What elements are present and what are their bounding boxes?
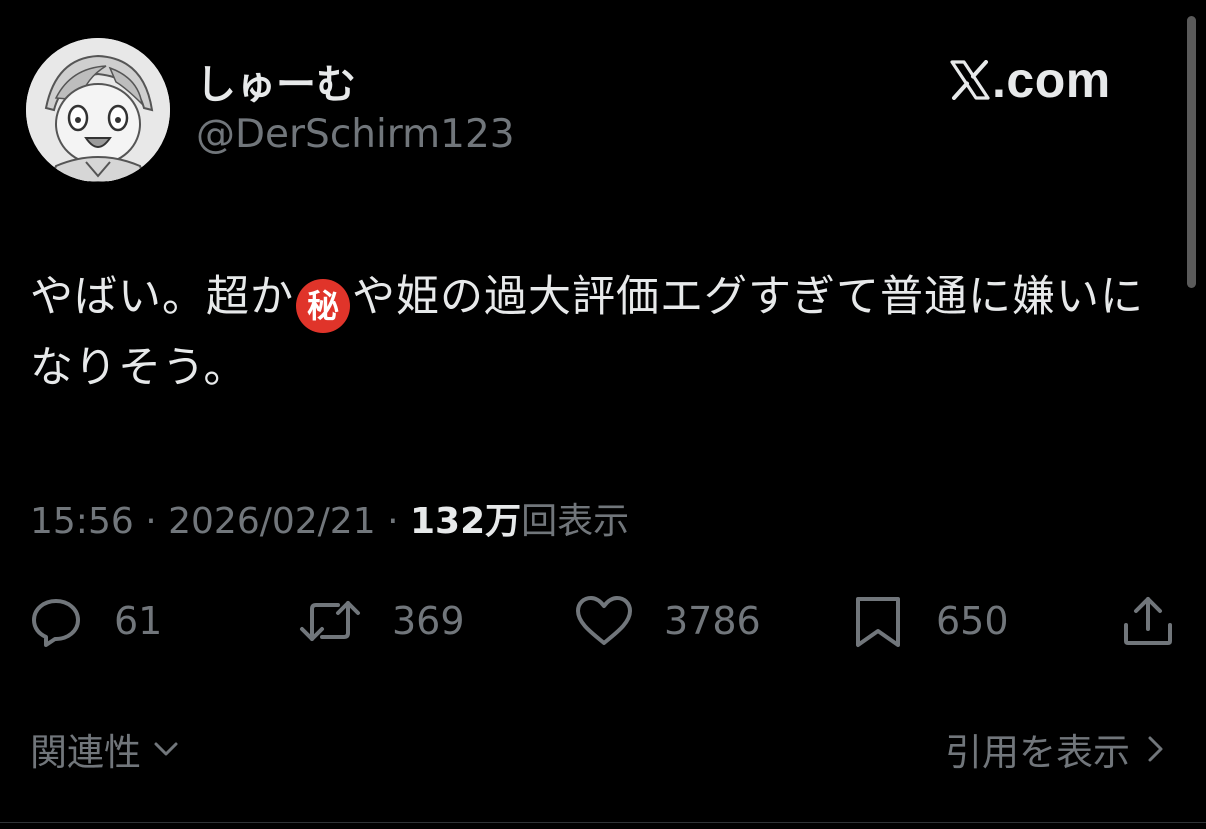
bookmark-count: 650: [936, 599, 1009, 643]
brand-text: .com: [992, 52, 1111, 108]
like-button[interactable]: 3786: [574, 590, 761, 652]
bookmark-button[interactable]: 650: [850, 590, 1009, 652]
tweet-time[interactable]: 15:56: [30, 501, 134, 542]
reply-count: 61: [114, 599, 163, 643]
x-logo-icon: [950, 60, 990, 100]
meta-separator-2: ·: [387, 501, 399, 542]
share-button[interactable]: [1120, 590, 1176, 652]
sort-label: 関連性: [30, 731, 141, 774]
tweet-date[interactable]: 2026/02/21: [168, 501, 376, 542]
views-label: 回表示: [521, 501, 630, 542]
like-count: 3786: [664, 599, 761, 643]
user-handle[interactable]: @DerSchirm123: [196, 112, 515, 157]
sort-replies-button[interactable]: 関連性: [30, 722, 181, 776]
brand-watermark: .com: [950, 52, 1111, 108]
retweet-count: 369: [392, 599, 465, 643]
chevron-right-icon: [1148, 736, 1163, 762]
meta-separator: ·: [145, 501, 157, 542]
scrollbar-thumb[interactable]: [1187, 16, 1196, 288]
display-name[interactable]: しゅーむ: [196, 52, 356, 110]
heart-icon: [576, 596, 632, 645]
share-icon: [1124, 597, 1172, 645]
chevron-down-icon: [154, 742, 178, 756]
secret-emoji-icon: 秘: [296, 279, 350, 333]
divider: [0, 822, 1206, 823]
retweet-icon: [300, 601, 360, 641]
tweet-meta: 15:56 · 2026/02/21 · 132万回表示: [30, 492, 629, 544]
view-quotes-link[interactable]: 引用を表示: [945, 722, 1170, 776]
avatar[interactable]: [26, 38, 170, 182]
quotes-label: 引用を表示: [945, 731, 1130, 774]
tweet-text: やばい。超か秘や姫の過大評価エグすぎて普通に嫌いになりそう。: [30, 262, 1180, 403]
retweet-button[interactable]: 369: [298, 590, 465, 652]
reply-button[interactable]: 61: [28, 590, 162, 652]
avatar-illustration: [26, 38, 170, 182]
views-count: 132万: [409, 501, 522, 542]
tweet-text-part-1: やばい。超か: [30, 272, 294, 322]
reply-icon: [32, 599, 80, 647]
bookmark-icon: [856, 597, 900, 647]
action-bar: 61 369 3786 650: [0, 590, 1206, 652]
